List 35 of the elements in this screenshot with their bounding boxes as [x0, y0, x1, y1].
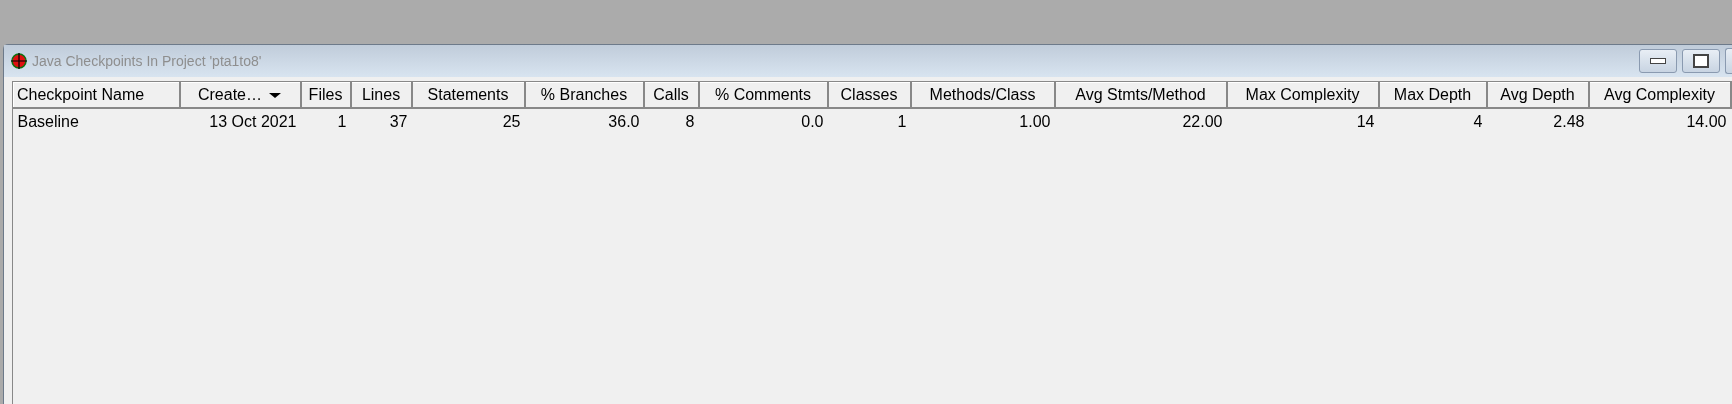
maximize-button[interactable] — [1682, 49, 1720, 73]
table-cell: 2.48 — [1486, 108, 1589, 135]
table-cell: 8 — [643, 108, 699, 135]
table-cell: 14.00 — [1588, 108, 1731, 135]
table-cell: 14 — [1226, 108, 1379, 135]
column-header[interactable]: Methods/Class — [910, 82, 1055, 108]
table-cell: 13 Oct 2021 — [179, 108, 301, 135]
column-header[interactable]: Max Depth — [1378, 82, 1487, 108]
table-cell: 22.00 — [1054, 108, 1227, 135]
table-cell: Baseline — [13, 108, 180, 135]
column-header[interactable]: Files — [300, 82, 351, 108]
column-header[interactable]: Avg Complexity — [1588, 82, 1731, 108]
column-header[interactable]: Avg Stmts/Method — [1054, 82, 1227, 108]
table-cell: 0.0 — [698, 108, 828, 135]
column-header[interactable]: Calls — [643, 82, 699, 108]
column-header[interactable]: Create… — [179, 82, 301, 108]
minimize-button[interactable] — [1639, 49, 1677, 73]
column-header[interactable]: Statements — [411, 82, 525, 108]
column-header[interactable]: Classes — [827, 82, 911, 108]
window-title: Java Checkpoints In Project 'pta1to8' — [32, 53, 262, 69]
column-header[interactable]: Lines — [350, 82, 412, 108]
column-header[interactable]: % Comments — [698, 82, 828, 108]
table-cell: 36.0 — [524, 108, 644, 135]
table-cell: 37 — [350, 108, 412, 135]
table-cell: 1 — [827, 108, 911, 135]
column-header[interactable]: Avg Depth — [1486, 82, 1589, 108]
table-cell: 4 — [1378, 108, 1487, 135]
column-header[interactable]: % Branches — [524, 82, 644, 108]
column-header[interactable]: Max Complexity — [1226, 82, 1379, 108]
target-icon — [10, 52, 28, 70]
table-cell: 1 — [300, 108, 351, 135]
sort-icon — [268, 91, 282, 100]
table-cell: 25 — [411, 108, 525, 135]
table-cell: 1.00 — [910, 108, 1055, 135]
column-header[interactable]: Checkpoint Name — [13, 82, 180, 108]
